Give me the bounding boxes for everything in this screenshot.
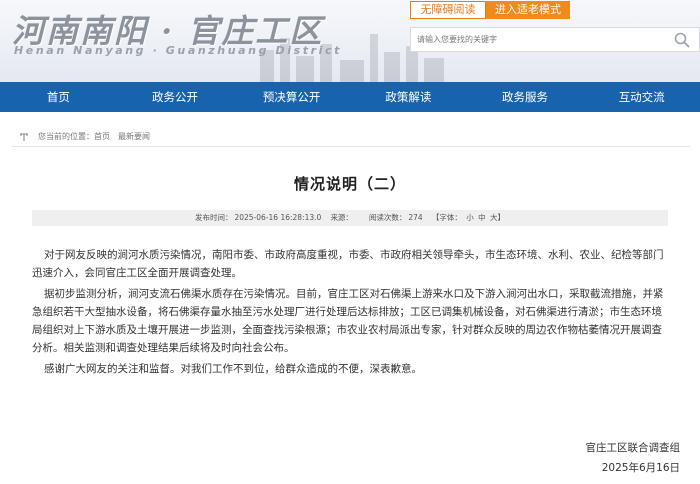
- signature-date: 2025年6月16日: [601, 462, 680, 474]
- nav-item-government-affairs[interactable]: 政务公开: [117, 82, 234, 112]
- search-icon[interactable]: [673, 31, 691, 49]
- article-paragraph: 对于网友反映的涧河水质污染情况，南阳市委、市政府高度重视，市委、市政府相关领导牵…: [32, 249, 664, 279]
- divider: [12, 146, 690, 147]
- nav-item-services[interactable]: 政务服务: [467, 82, 584, 112]
- elder-mode-button[interactable]: 进入适老模式: [486, 1, 570, 19]
- search-input[interactable]: [417, 31, 667, 48]
- nav-item-policy-interpretation[interactable]: 政策解读: [350, 82, 467, 112]
- article-paragraph: 感谢广大网友的关注和监督。对我们工作不到位，给群众造成的不便，深表歉意。: [44, 363, 422, 375]
- article-meta: 发布时间： 2025-06-16 16:28:13.0 来源： 阅读次数： 274 …: [32, 210, 668, 226]
- signature-organization: 官庄工区联合调查组: [585, 442, 681, 454]
- article-content: 对于网友反映的涧河水质污染情况，南阳市委、市政府高度重视，市委、市政府相关领导牵…: [32, 246, 672, 381]
- views-label: 阅读次数：: [368, 213, 407, 222]
- view-count: 274: [408, 213, 423, 222]
- font-medium-button[interactable]: 中: [478, 213, 486, 222]
- main-nav: 首页 政务公开 预决算公开 政策解读 政务服务 互动交流: [0, 82, 700, 112]
- search-box: [410, 27, 700, 52]
- article-title: 情况说明（二）: [293, 175, 406, 193]
- font-large-button[interactable]: 大】: [490, 213, 505, 222]
- article-paragraph: 据初步监测分析，涧河支流石佛渠水质存在污染情况。目前，官庄工区对石佛渠上游来水口…: [32, 288, 664, 354]
- breadcrumb-prefix: 您当前的位置：: [38, 131, 94, 141]
- nav-item-home[interactable]: 首页: [0, 82, 117, 112]
- accessibility-button[interactable]: 无障碍阅读: [410, 1, 486, 19]
- publish-time: 2025-06-16 16:28:13.0: [234, 213, 322, 222]
- font-small-button[interactable]: 小: [466, 213, 474, 222]
- breadcrumb: 您当前的位置： 首页 最新要闻: [18, 130, 150, 142]
- location-icon: [20, 133, 28, 141]
- breadcrumb-item-news[interactable]: 最新要闻: [118, 131, 150, 142]
- font-size-label: 【字体：: [431, 213, 462, 222]
- nav-item-budget[interactable]: 预决算公开: [233, 82, 350, 112]
- site-subtitle: Henan Nanyang · Guanzhuang District: [14, 44, 342, 57]
- breadcrumb-item-home[interactable]: 首页: [94, 131, 110, 142]
- publish-label: 发布时间：: [194, 213, 233, 222]
- source-label: 来源：: [330, 213, 353, 222]
- nav-item-interaction[interactable]: 互动交流: [583, 82, 700, 112]
